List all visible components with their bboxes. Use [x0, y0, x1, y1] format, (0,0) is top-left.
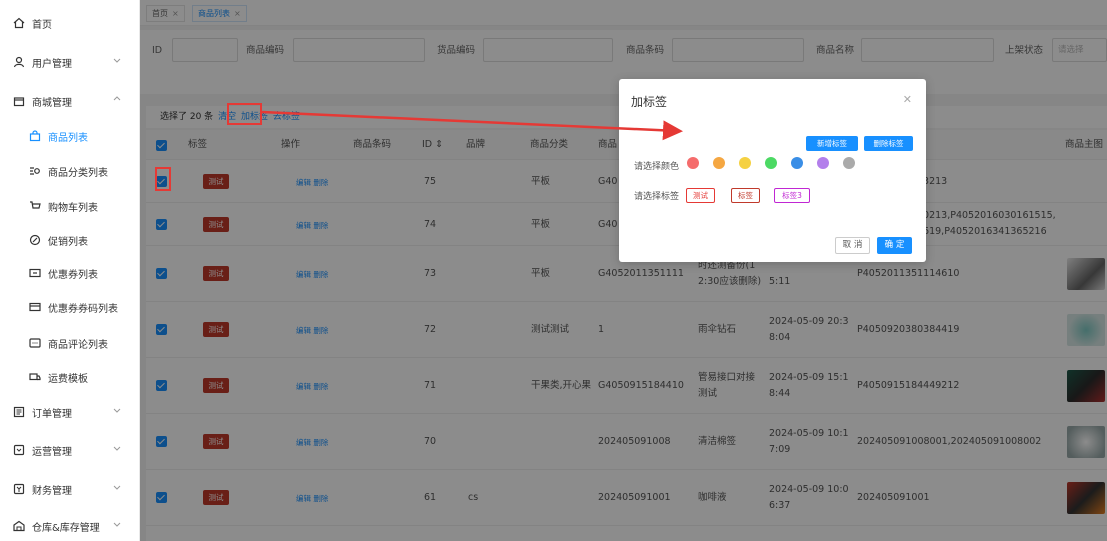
finance-icon [12, 482, 26, 496]
sidebar-item-label: 订单管理 [32, 408, 72, 420]
sidebar-item-label: 财务管理 [32, 485, 72, 497]
sidebar-item-label: 购物车列表 [48, 202, 98, 214]
order-icon [12, 405, 26, 419]
sidebar-item-label: 用户管理 [32, 58, 72, 70]
tag-option-label3[interactable]: 标签3 [774, 188, 810, 203]
warehouse-icon [12, 519, 26, 533]
comment-icon [28, 336, 42, 350]
sidebar-item-users[interactable]: 用户管理 [0, 47, 140, 77]
sidebar-item-product-list[interactable]: 商品列表 [0, 121, 140, 151]
chevron-down-icon [113, 58, 121, 63]
promo-icon [28, 233, 42, 247]
sidebar-item-warehouse[interactable]: 仓库&库存管理 [0, 511, 140, 541]
sidebar-item-label: 优惠券列表 [48, 269, 98, 281]
coupon-code-icon [28, 300, 42, 314]
sidebar-item-label: 商品分类列表 [48, 167, 108, 179]
color-dot[interactable] [765, 157, 777, 169]
sidebar-item-orders[interactable]: 订单管理 [0, 397, 140, 427]
shipping-icon [28, 370, 42, 384]
chevron-down-icon [113, 522, 121, 527]
chevron-down-icon [113, 485, 121, 490]
category-icon [28, 164, 42, 178]
sidebar-item-home[interactable]: 首页 [0, 8, 140, 38]
tag-label: 请选择标签 [634, 192, 680, 202]
chevron-down-icon [113, 408, 121, 413]
operation-icon [12, 443, 26, 457]
sidebar-item-shipping-template[interactable]: 运费模板 [0, 362, 140, 392]
dialog-title: 加标签 [631, 95, 668, 109]
sidebar-item-promotion-list[interactable]: 促销列表 [0, 225, 140, 255]
delete-tag-button[interactable]: 删除标签 [864, 136, 913, 151]
sidebar-item-coupon-code-list[interactable]: 优惠券券码列表 [0, 292, 140, 322]
close-icon[interactable]: ✕ [903, 93, 912, 106]
sidebar-item-label: 商品评论列表 [48, 339, 108, 351]
sidebar-item-label: 运费模板 [48, 373, 88, 385]
sidebar-item-label: 促销列表 [48, 236, 88, 248]
tag-option-test[interactable]: 测试 [686, 188, 715, 203]
sidebar-item-finance[interactable]: 财务管理 [0, 474, 140, 504]
color-dot[interactable] [817, 157, 829, 169]
home-icon [12, 16, 26, 30]
sidebar-item-category-list[interactable]: 商品分类列表 [0, 156, 140, 186]
sidebar-item-shop[interactable]: 商城管理 [0, 86, 140, 116]
confirm-button[interactable]: 确 定 [877, 237, 912, 254]
chevron-up-icon [113, 96, 121, 101]
color-dot[interactable] [791, 157, 803, 169]
cancel-button[interactable]: 取 消 [835, 237, 870, 254]
color-dot[interactable] [843, 157, 855, 169]
sidebar: 首页 用户管理 商城管理 商品列表 商品分类列表 购物车列表 促销列表 优惠券列… [0, 0, 140, 541]
color-label: 请选择颜色 [634, 162, 680, 172]
sidebar-item-coupon-list[interactable]: 优惠券列表 [0, 258, 140, 288]
chevron-down-icon [113, 446, 121, 451]
shop-icon [12, 94, 26, 108]
color-dot[interactable] [687, 157, 699, 169]
sidebar-item-cart-list[interactable]: 购物车列表 [0, 191, 140, 221]
new-tag-button[interactable]: 新增标签 [806, 136, 858, 151]
sidebar-item-label: 首页 [32, 19, 52, 31]
user-icon [12, 55, 26, 69]
coupon-icon [28, 266, 42, 280]
sidebar-item-label: 商城管理 [32, 97, 72, 109]
annotation-highlight-add-tag [227, 103, 262, 125]
cart-icon [28, 199, 42, 213]
annotation-highlight-checkbox [155, 167, 171, 191]
add-tag-dialog: 加标签 ✕ 新增标签 删除标签 请选择颜色 请选择标签 测试 标签 标签3 取 … [619, 79, 926, 262]
sidebar-item-label: 商品列表 [48, 132, 88, 144]
bag-icon [28, 129, 42, 143]
sidebar-item-operations[interactable]: 运营管理 [0, 435, 140, 465]
sidebar-item-comment-list[interactable]: 商品评论列表 [0, 328, 140, 358]
sidebar-item-label: 优惠券券码列表 [48, 303, 118, 315]
color-dot[interactable] [739, 157, 751, 169]
color-dot[interactable] [713, 157, 725, 169]
sidebar-item-label: 运营管理 [32, 446, 72, 458]
tag-option-label[interactable]: 标签 [731, 188, 760, 203]
sidebar-item-label: 仓库&库存管理 [32, 522, 100, 534]
